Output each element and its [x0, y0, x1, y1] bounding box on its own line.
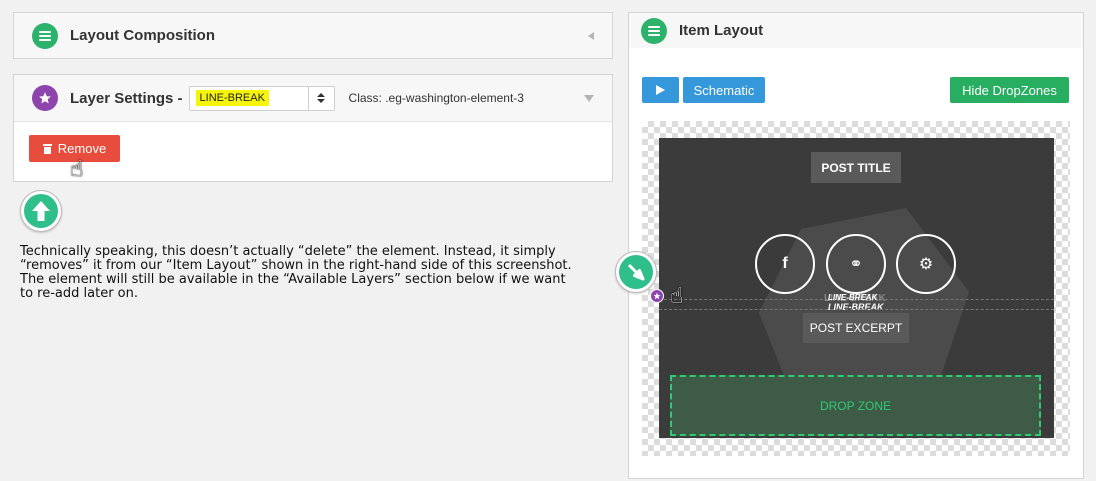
- layer-star-icon: [650, 289, 664, 303]
- post-title-element[interactable]: POST TITLE: [811, 152, 901, 183]
- play-icon: [656, 85, 665, 95]
- layout-composition-title: Layout Composition: [70, 27, 215, 44]
- description-text: Technically speaking, this doesn’t actua…: [20, 245, 610, 301]
- class-label-text: Class:: [348, 91, 382, 105]
- menu-icon: [641, 17, 667, 44]
- item-preview-area: POST TITLE f ⚭ ⚙ LINE-BREAK LINE-BREAK L…: [642, 121, 1070, 456]
- diagonal-arrow-icon: [615, 251, 657, 293]
- facebook-icon: f: [782, 255, 788, 272]
- facebook-button[interactable]: f: [755, 234, 815, 294]
- layout-composition-header[interactable]: Layout Composition: [14, 13, 612, 58]
- item-layout-title: Item Layout: [679, 22, 764, 39]
- layer-select-value: LINE-BREAK: [195, 90, 269, 106]
- expand-caret-icon[interactable]: [584, 94, 594, 102]
- class-label: Class: .eg-washington-element-3: [349, 91, 524, 105]
- drop-zone[interactable]: DROP ZONE: [670, 375, 1041, 436]
- class-value: .eg-washington-element-3: [385, 91, 524, 105]
- hand-cursor-icon: ☝: [70, 156, 84, 181]
- collapse-caret-icon[interactable]: [588, 31, 594, 40]
- settings-button[interactable]: ⚙: [896, 234, 956, 294]
- layout-composition-panel: Layout Composition: [13, 12, 613, 59]
- trash-icon: [42, 143, 52, 154]
- layer-settings-panel: Layer Settings - LINE-BREAK Class: .eg-w…: [13, 74, 613, 182]
- hide-dropzones-button[interactable]: Hide DropZones: [950, 77, 1069, 103]
- play-button[interactable]: [642, 77, 679, 103]
- layer-settings-header: Layer Settings - LINE-BREAK Class: .eg-w…: [14, 75, 612, 122]
- line-break-label-top[interactable]: LINE-BREAK: [828, 293, 877, 302]
- item-layout-header: Item Layout: [629, 13, 1083, 48]
- gears-icon: ⚙: [918, 256, 934, 273]
- description-paragraph: Technically speaking, this doesn’t actua…: [20, 244, 572, 301]
- link-button[interactable]: ⚭: [826, 234, 886, 294]
- item-card: POST TITLE f ⚭ ⚙ LINE-BREAK LINE-BREAK L…: [659, 138, 1054, 438]
- link-icon: ⚭: [849, 256, 863, 273]
- post-excerpt-element[interactable]: POST EXCERPT: [803, 313, 909, 343]
- select-arrows-icon: [307, 86, 334, 110]
- line-break-label[interactable]: LINE-BREAK: [828, 302, 884, 312]
- layer-select[interactable]: LINE-BREAK: [188, 85, 335, 111]
- layer-settings-title: Layer Settings -: [70, 89, 183, 107]
- item-layout-panel: Item Layout Schematic Hide DropZones POS…: [628, 12, 1084, 479]
- line-break-bottom-border: [659, 309, 1054, 310]
- up-arrow-icon: [20, 190, 62, 232]
- remove-button-label: Remove: [57, 141, 107, 156]
- hand-cursor-icon: ☝: [670, 283, 684, 308]
- menu-icon: [32, 22, 58, 49]
- star-icon: [32, 85, 58, 111]
- schematic-button[interactable]: Schematic: [683, 77, 765, 103]
